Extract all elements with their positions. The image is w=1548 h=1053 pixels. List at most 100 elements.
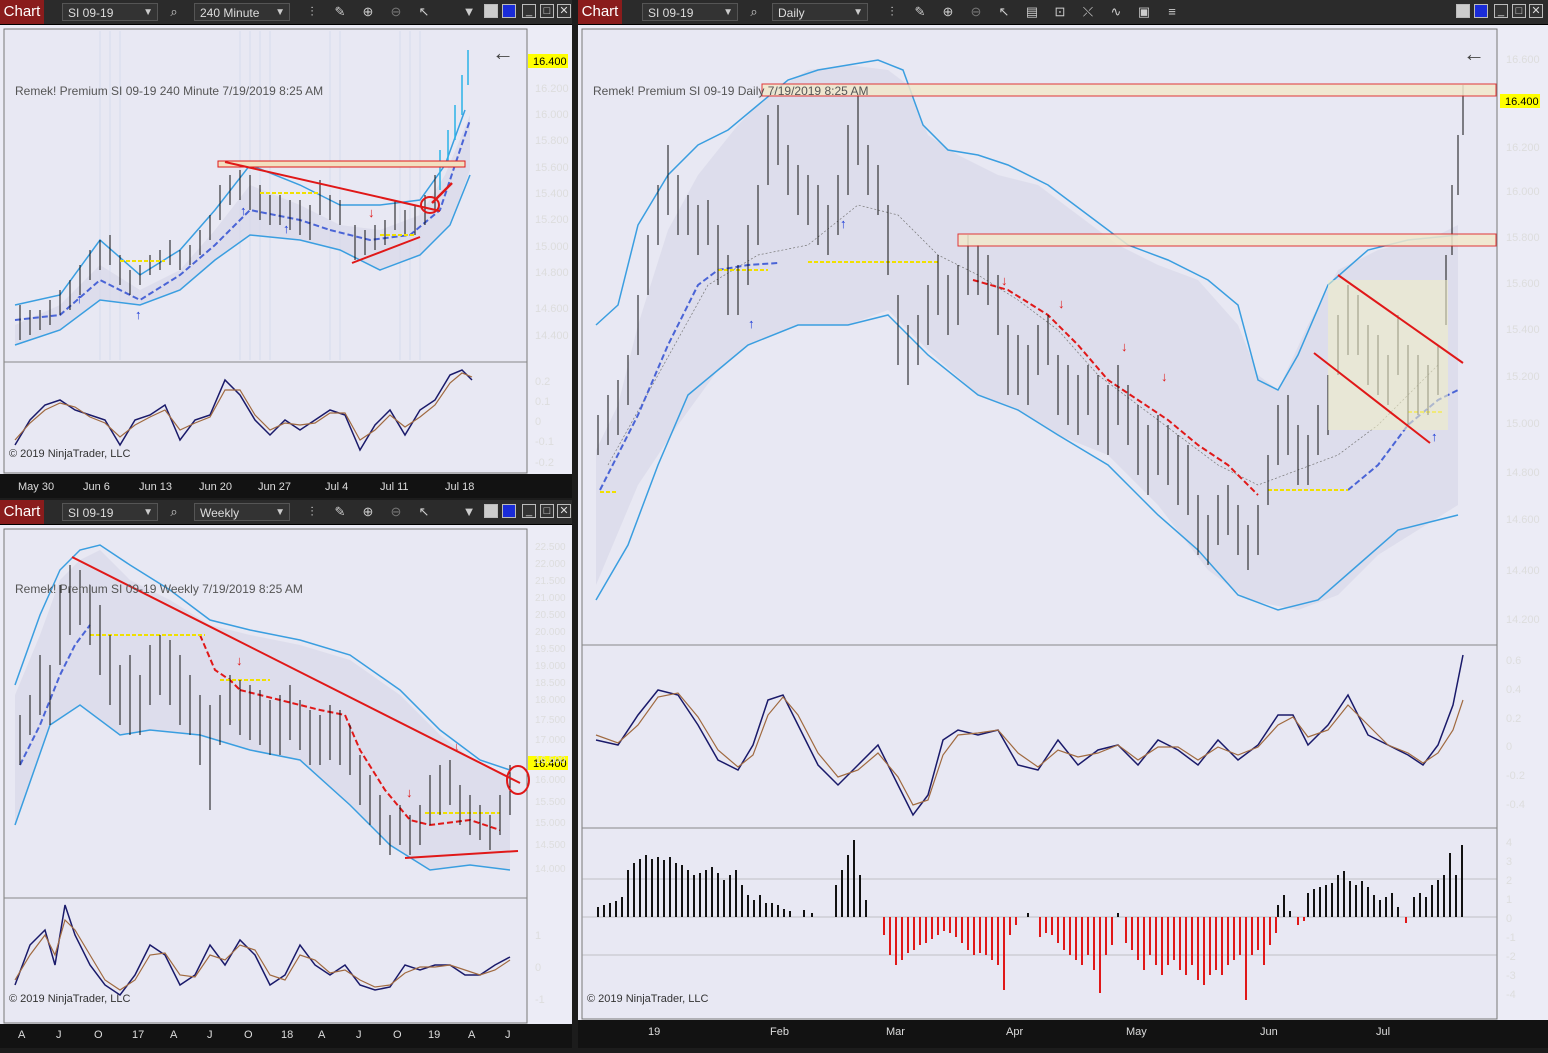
svg-text:15.200: 15.200 [1506,371,1540,383]
properties-icon[interactable]: ▣ [1135,3,1153,21]
bar-type-icon[interactable]: ⫶ [303,503,321,521]
interval-selector[interactable]: Weekly ▼ [194,503,290,521]
resistance-zone [217,160,466,168]
chart-trader-icon[interactable]: ∿ [1107,3,1125,21]
svg-text:A: A [18,1029,26,1041]
cursor-icon[interactable]: ↖ [415,503,433,521]
window-link-button[interactable] [502,4,516,18]
svg-text:16.000: 16.000 [535,775,566,786]
svg-text:Jun 6: Jun 6 [83,481,110,493]
cursor-icon[interactable]: ↖ [415,3,433,21]
minimize-button[interactable]: _ [1494,4,1508,18]
interval-selector[interactable]: 240 Minute ▼ [194,3,290,21]
svg-text:↓: ↓ [368,205,375,220]
svg-text:20.500: 20.500 [535,610,566,621]
window-link-button[interactable] [502,504,516,518]
interval-selector[interactable]: Daily ▼ [772,3,868,21]
svg-text:0.2: 0.2 [535,376,550,388]
templates-icon[interactable]: ≡ [1163,3,1181,21]
chart-toolbar: Chart SI 09-19 ▼ ⌕ Daily ▼ ⫶ ✎ ⊕ ⊖ ↖ ▤ ⊡ ⤬… [578,0,1548,25]
chart-label: Remek! Premium SI 09-19 Weekly 7/19/2019… [15,582,303,596]
svg-text:22.000: 22.000 [535,559,566,570]
svg-text:0.1: 0.1 [535,396,550,408]
chart-label: Remek! Premium SI 09-19 Daily 7/19/2019 … [593,84,868,98]
chart-title-tab[interactable]: Chart [578,0,622,24]
close-button[interactable]: ✕ [557,4,571,18]
svg-text:17.500: 17.500 [535,715,566,726]
svg-text:14.600: 14.600 [535,303,569,315]
svg-text:18: 18 [281,1029,293,1041]
svg-text:15.200: 15.200 [535,214,569,226]
price-axis: 16.200 16.000 15.800 15.600 15.400 15.20… [535,83,569,342]
maximize-button[interactable]: □ [540,4,554,18]
svg-text:0: 0 [1506,913,1512,925]
svg-text:15.000: 15.000 [1506,418,1540,430]
window-color-button[interactable] [484,504,498,518]
cursor-icon[interactable]: ↖ [995,3,1013,21]
svg-text:14.800: 14.800 [535,267,569,279]
svg-text:-1: -1 [535,994,545,1006]
bar-type-icon[interactable]: ⫶ [303,3,321,21]
svg-text:2: 2 [1506,875,1512,887]
back-arrow-icon[interactable]: ← [1463,41,1485,66]
chart-title-tab[interactable]: Chart [0,500,44,524]
bar-type-icon[interactable]: ⫶ [883,3,901,21]
svg-text:Jun: Jun [1260,1026,1278,1038]
data-box-icon[interactable]: ▤ [1023,3,1041,21]
chart-label: Remek! Premium SI 09-19 240 Minute 7/19/… [15,84,323,98]
dropdown-arrow-icon[interactable]: ▼ [460,3,478,21]
drawing-pencil-icon[interactable]: ✎ [331,3,349,21]
window-color-button[interactable] [1456,4,1470,18]
svg-text:Apr: Apr [1006,1026,1023,1038]
zoom-out-icon[interactable]: ⊖ [967,3,985,21]
strategies-icon[interactable]: ⤬ [1079,3,1097,21]
zoom-in-icon[interactable]: ⊕ [939,3,957,21]
maximize-button[interactable]: □ [540,504,554,518]
zoom-out-icon[interactable]: ⊖ [387,3,405,21]
search-icon[interactable]: ⌕ [165,3,183,21]
dropdown-arrow-icon[interactable]: ▼ [460,503,478,521]
copyright: © 2019 NinjaTrader, LLC [9,993,130,1005]
svg-text:Jul 11: Jul 11 [380,481,409,493]
chart-title-tab[interactable]: Chart [0,0,44,24]
minimize-button[interactable]: _ [522,504,536,518]
price-tag-text: 16.400 [533,56,567,68]
svg-text:16.200: 16.200 [535,83,569,95]
instrument-selector[interactable]: SI 09-19 ▼ [642,3,738,21]
chart-body[interactable]: ↑ ↑ ↑ ↑ ↓ Remek! Premium SI 09-19 240 Minut… [0,25,572,498]
svg-text:J: J [356,1029,362,1041]
chart-body[interactable]: ↑ ↑ ↑ ↓ ↓ ↓ ↓ Remek! Premium SI 09-19 Daily 7… [578,25,1548,1048]
zoom-in-icon[interactable]: ⊕ [359,503,377,521]
svg-text:16.200: 16.200 [1506,142,1540,154]
svg-text:↓: ↓ [1161,369,1168,384]
svg-text:16.500: 16.500 [535,755,566,766]
svg-text:↑: ↑ [748,316,755,331]
zoom-out-icon[interactable]: ⊖ [387,503,405,521]
drawing-pencil-icon[interactable]: ✎ [911,3,929,21]
drawing-pencil-icon[interactable]: ✎ [331,503,349,521]
svg-text:16.000: 16.000 [535,109,569,121]
svg-text:14.600: 14.600 [1506,514,1540,526]
instrument-selector[interactable]: SI 09-19 ▼ [62,503,158,521]
window-color-button[interactable] [484,4,498,18]
hist-axis: 4 3 2 1 0 -1 -2 -3 -4 [1506,837,1516,1001]
chart-body[interactable]: ↓ ↓ ↓ Remek! Premium SI 09-19 Weekly 7/19/… [0,525,572,1048]
osc-axis: 0.6 0.4 0.2 0 -0.2 -0.4 [1506,655,1525,811]
svg-text:↓: ↓ [1001,273,1008,288]
back-arrow-icon[interactable]: ← [492,40,514,65]
indicators-icon[interactable]: ⊡ [1051,3,1069,21]
close-button[interactable]: ✕ [1529,4,1543,18]
zoom-in-icon[interactable]: ⊕ [359,3,377,21]
resistance-zone-mid [957,233,1497,247]
maximize-button[interactable]: □ [1512,4,1526,18]
close-button[interactable]: ✕ [557,504,571,518]
search-icon[interactable]: ⌕ [745,3,763,21]
chart-window-240min: Chart SI 09-19 ▼ ⌕ 240 Minute ▼ ⫶ ✎ ⊕ ⊖ ↖ … [0,0,572,498]
window-link-button[interactable] [1474,4,1488,18]
minimize-button[interactable]: _ [522,4,536,18]
svg-text:←: ← [492,40,514,65]
search-icon[interactable]: ⌕ [165,503,183,521]
svg-text:19.000: 19.000 [535,661,566,672]
svg-text:19: 19 [648,1026,660,1038]
instrument-selector[interactable]: SI 09-19 ▼ [62,3,158,21]
